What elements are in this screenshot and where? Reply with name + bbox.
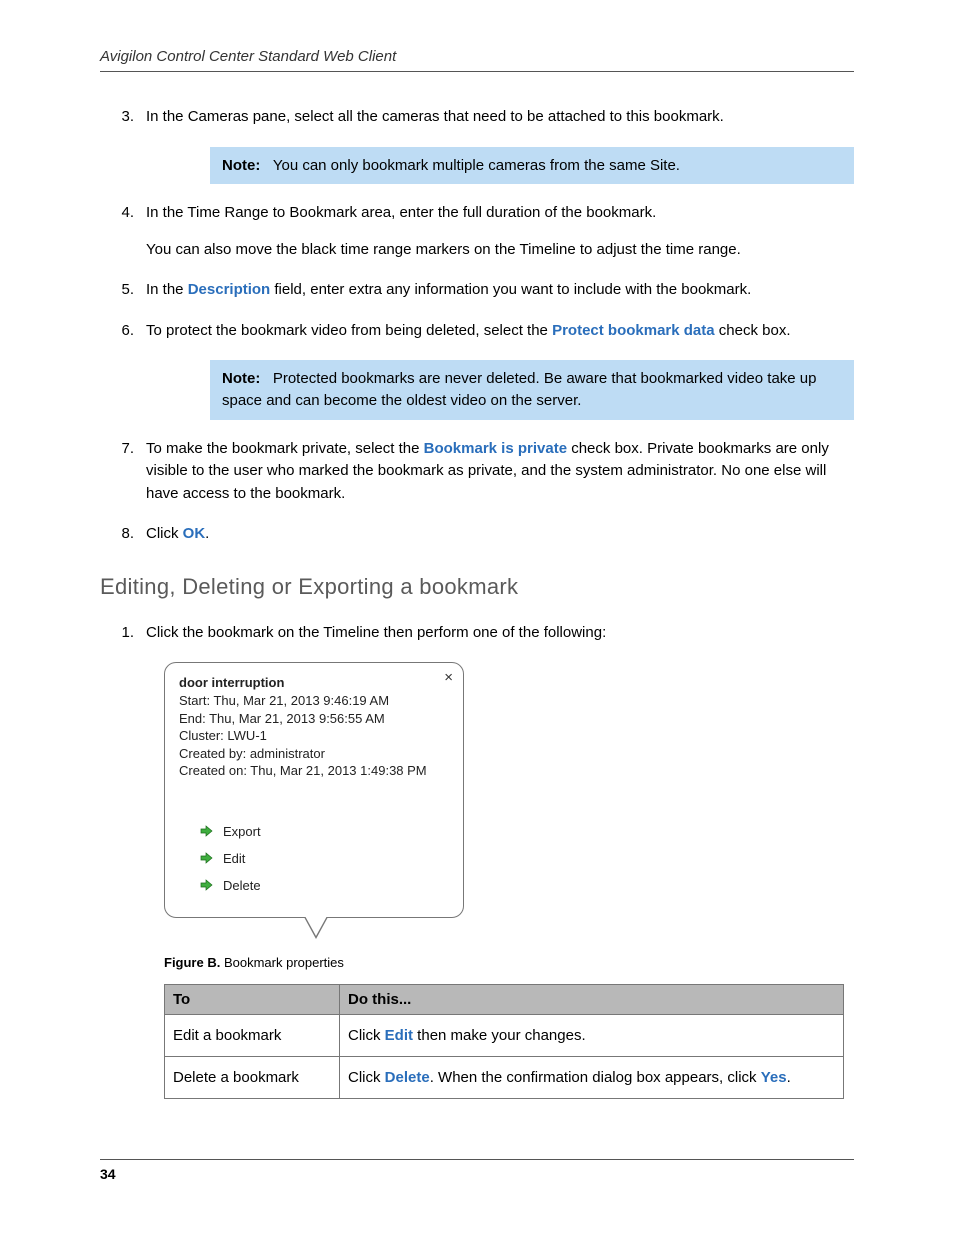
popup-created-by: Created by: administrator [179,745,449,763]
edit-action[interactable]: Edit [179,845,449,872]
step-text: To make the bookmark private, select the… [146,438,854,506]
ui-field-name: Protect bookmark data [552,322,715,339]
delete-label: Delete [223,878,261,893]
edit-label: Edit [223,851,245,866]
popup-title: door interruption [179,675,449,690]
step-8: 8. Click OK. [100,523,854,546]
ui-link: Yes [761,1069,787,1086]
bookmark-popup-figure: × door interruption Start: Thu, Mar 21, … [164,662,464,918]
step-4: 4. In the Time Range to Bookmark area, e… [100,202,854,261]
popup-created-on: Created on: Thu, Mar 21, 2013 1:49:38 PM [179,762,449,780]
delete-action[interactable]: Delete [179,872,449,899]
table-row: Delete a bookmark Click Delete. When the… [165,1056,844,1098]
note-text: You can only bookmark multiple cameras f… [273,157,680,174]
step-number: 6. [100,320,146,343]
step-3: 3. In the Cameras pane, select all the c… [100,106,854,129]
step-6: 6. To protect the bookmark video from be… [100,320,854,343]
popup-end: End: Thu, Mar 21, 2013 9:56:55 AM [179,710,449,728]
note-box: Note: You can only bookmark multiple cam… [210,147,854,185]
popup-cluster: Cluster: LWU-1 [179,727,449,745]
figure-caption: Figure B. Bookmark properties [164,955,854,970]
step-text: In the Description field, enter extra an… [146,279,854,302]
table-header-do: Do this... [340,984,844,1014]
step-text: Click the bookmark on the Timeline then … [146,622,854,645]
arrow-right-icon [199,824,213,838]
export-label: Export [223,824,261,839]
export-action[interactable]: Export [179,818,449,845]
table-row: Edit a bookmark Click Edit then make you… [165,1014,844,1056]
cell-to: Delete a bookmark [165,1056,340,1098]
action-table: To Do this... Edit a bookmark Click Edit… [164,984,844,1099]
arrow-right-icon [199,851,213,865]
section-step-1: 1. Click the bookmark on the Timeline th… [100,622,854,645]
ui-button-name: OK [183,525,206,542]
ui-link: Delete [385,1069,430,1086]
step-text: You can also move the black time range m… [146,239,854,262]
note-label: Note: [222,370,260,387]
cell-do: Click Edit then make your changes. [340,1014,844,1056]
cell-do: Click Delete. When the confirmation dial… [340,1056,844,1098]
popup-start: Start: Thu, Mar 21, 2013 9:46:19 AM [179,692,449,710]
cell-to: Edit a bookmark [165,1014,340,1056]
note-label: Note: [222,157,260,174]
step-number: 7. [100,438,146,506]
step-7: 7. To make the bookmark private, select … [100,438,854,506]
step-5: 5. In the Description field, enter extra… [100,279,854,302]
arrow-right-icon [199,878,213,892]
section-heading: Editing, Deleting or Exporting a bookmar… [100,574,854,600]
ui-field-name: Description [188,281,271,298]
ui-field-name: Bookmark is private [424,440,567,457]
note-text: Protected bookmarks are never deleted. B… [222,370,817,409]
note-box: Note: Protected bookmarks are never dele… [210,360,854,420]
step-number: 5. [100,279,146,302]
step-number: 4. [100,202,146,261]
step-text: To protect the bookmark video from being… [146,320,854,343]
step-number: 8. [100,523,146,546]
page-header: Avigilon Control Center Standard Web Cli… [100,48,854,72]
table-header-to: To [165,984,340,1014]
page-number: 34 [100,1159,854,1182]
step-number: 1. [100,622,146,645]
bookmark-popup: × door interruption Start: Thu, Mar 21, … [164,662,464,918]
ui-link: Edit [385,1027,413,1044]
step-text: In the Cameras pane, select all the came… [146,106,854,129]
figure-label: Figure B. [164,955,220,970]
step-text: Click OK. [146,523,854,546]
step-number: 3. [100,106,146,129]
step-text: In the Time Range to Bookmark area, ente… [146,202,854,225]
figure-text: Bookmark properties [224,955,344,970]
close-icon[interactable]: × [444,669,453,686]
